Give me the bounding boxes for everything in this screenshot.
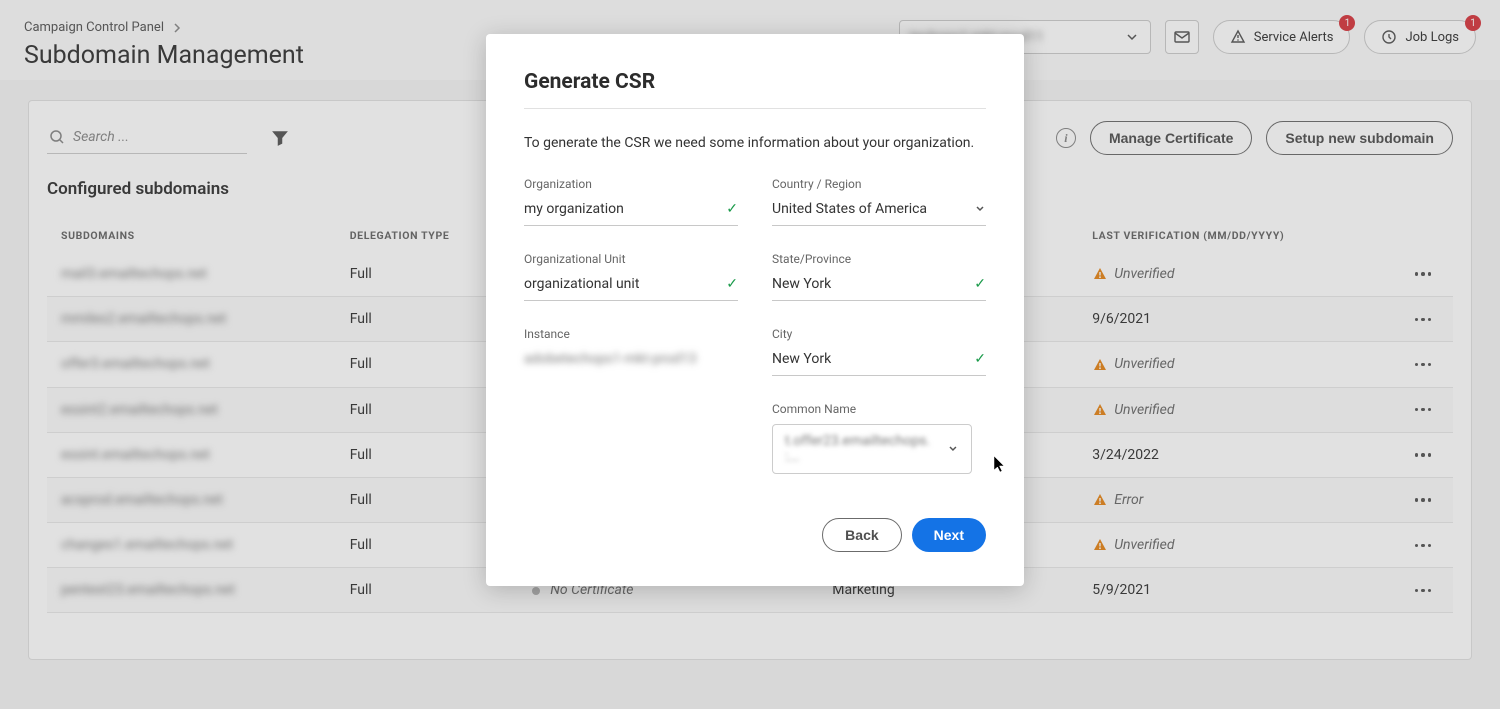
common-name-label: Common Name bbox=[772, 402, 986, 416]
divider bbox=[524, 108, 986, 109]
generate-csr-modal: Generate CSR To generate the CSR we need… bbox=[486, 34, 1024, 586]
modal-description: To generate the CSR we need some informa… bbox=[524, 135, 986, 151]
instance-value: adobetechops1-mkt-prod13 bbox=[524, 351, 697, 367]
ou-label: Organizational Unit bbox=[524, 252, 738, 266]
organization-value: my organization bbox=[524, 201, 624, 217]
check-icon: ✓ bbox=[726, 276, 738, 292]
instance-field[interactable]: Instance adobetechops1-mkt-prod13 bbox=[524, 327, 738, 376]
check-icon: ✓ bbox=[726, 201, 738, 217]
next-button[interactable]: Next bbox=[912, 518, 986, 552]
country-field[interactable]: Country / Region United States of Americ… bbox=[772, 177, 986, 226]
city-value: New York bbox=[772, 351, 831, 367]
instance-label: Instance bbox=[524, 327, 738, 341]
city-field[interactable]: City New York ✓ bbox=[772, 327, 986, 376]
state-label: State/Province bbox=[772, 252, 986, 266]
modal-title: Generate CSR bbox=[524, 70, 986, 94]
state-field[interactable]: State/Province New York ✓ bbox=[772, 252, 986, 301]
check-icon: ✓ bbox=[974, 276, 986, 292]
back-button[interactable]: Back bbox=[822, 518, 901, 552]
state-value: New York bbox=[772, 276, 831, 292]
organization-label: Organization bbox=[524, 177, 738, 191]
common-name-value: t.offer23.emailtechops. :... bbox=[785, 433, 947, 465]
chevron-down-icon bbox=[947, 443, 959, 455]
ou-value: organizational unit bbox=[524, 276, 639, 292]
organization-field[interactable]: Organization my organization ✓ bbox=[524, 177, 738, 226]
country-label: Country / Region bbox=[772, 177, 986, 191]
form-grid: Organization my organization ✓ Country / … bbox=[524, 177, 986, 376]
chevron-down-icon bbox=[974, 203, 986, 215]
cursor-icon bbox=[993, 455, 1007, 477]
organizational-unit-field[interactable]: Organizational Unit organizational unit ✓ bbox=[524, 252, 738, 301]
check-icon: ✓ bbox=[974, 351, 986, 367]
country-value: United States of America bbox=[772, 201, 927, 217]
common-name-select[interactable]: t.offer23.emailtechops. :... bbox=[772, 424, 972, 474]
city-label: City bbox=[772, 327, 986, 341]
modal-actions: Back Next bbox=[524, 518, 986, 552]
common-name-field[interactable]: Common Name t.offer23.emailtechops. :... bbox=[772, 402, 986, 474]
